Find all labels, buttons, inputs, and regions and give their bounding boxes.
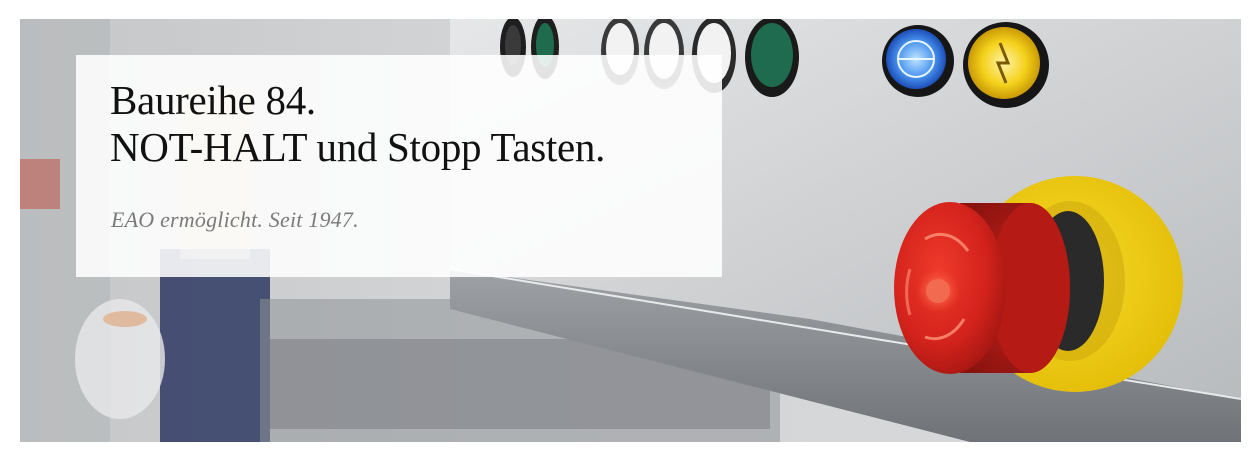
headline-line-2: NOT-HALT und Stopp Tasten. — [110, 124, 606, 170]
tagline: EAO ermöglicht. Seit 1947. — [111, 207, 359, 232]
headline: Baureihe 84. NOT-HALT und Stopp Tasten. — [110, 77, 605, 171]
headline-line-1: Baureihe 84. — [110, 77, 316, 123]
headline-overlay: Baureihe 84. NOT-HALT und Stopp Tasten. … — [76, 55, 722, 277]
emergency-stop-button — [894, 176, 1183, 392]
hero-banner: Baureihe 84. NOT-HALT und Stopp Tasten. … — [20, 19, 1241, 442]
